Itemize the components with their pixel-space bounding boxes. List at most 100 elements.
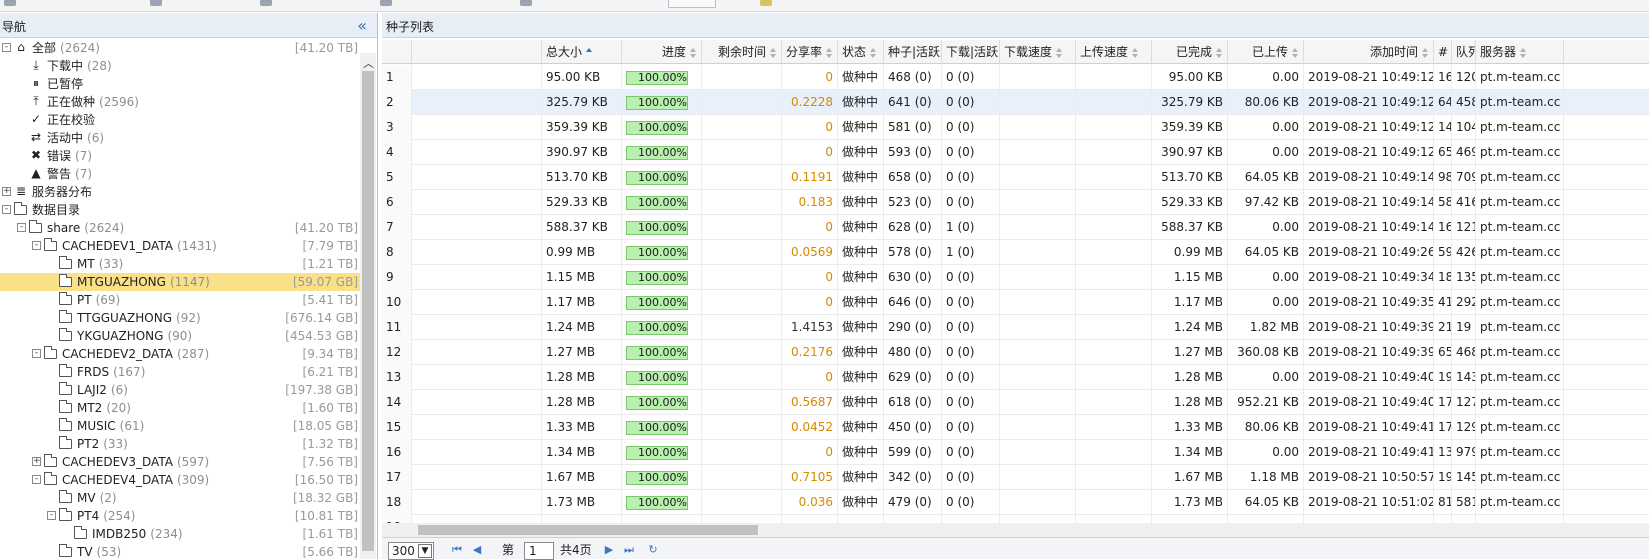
tree-node[interactable]: - share (2624) [41.20 TB] [0, 219, 360, 237]
table-row[interactable]: 3 359.39 KB 100.00% 0 做种中 581 (0) 0 (0) 359.39 … [382, 115, 1649, 140]
collapse-node-icon[interactable]: - [2, 43, 11, 52]
collapse-node-icon[interactable]: - [17, 223, 26, 232]
status-header[interactable]: 状态 [838, 40, 884, 64]
table-row[interactable]: 1 95.00 KB 100.00% 0 做种中 468 (0) 0 (0) 95.00 KB… [382, 65, 1649, 90]
collapse-node-icon[interactable]: - [2, 205, 11, 214]
row-number-header[interactable] [382, 40, 412, 64]
tree-node[interactable]: ⤓ 下载中 (28) [0, 57, 360, 75]
tree-node[interactable]: ⏸ 已暂停 [0, 75, 360, 93]
total-size-header[interactable]: 总大小 [542, 40, 622, 64]
collapse-node-icon[interactable]: - [47, 511, 56, 520]
uploaded-header[interactable]: 已上传 [1228, 40, 1304, 64]
tree-node[interactable]: MTGUAZHONG (1147) [59.07 GB] [0, 273, 360, 291]
horizontal-scrollbar[interactable]: ‹ [382, 521, 1649, 537]
table-row[interactable]: 14 1.28 MB 100.00% 0.5687 做种中 618 (0) 0 (0) 1.2… [382, 390, 1649, 415]
table-row[interactable]: 18 1.73 MB 100.00% 0.036 做种中 479 (0) 0 (0) 1.73… [382, 490, 1649, 515]
scrollbar-thumb[interactable] [362, 71, 374, 551]
completed-header[interactable]: 已完成 [1152, 40, 1228, 64]
expand-icon[interactable]: + [32, 457, 41, 466]
toolbar-select[interactable] [668, 0, 716, 8]
page-size-select[interactable]: 300 ▼ [388, 542, 434, 560]
table-row[interactable]: 10 1.17 MB 100.00% 0 做种中 646 (0) 0 (0) 1.17 MB 0… [382, 290, 1649, 315]
scroll-up-icon[interactable]: ︿ [363, 55, 374, 71]
table-row[interactable]: 4 390.97 KB 100.00% 0 做种中 593 (0) 0 (0) 390.97 … [382, 140, 1649, 165]
collapse-node-icon[interactable]: - [32, 475, 41, 484]
prev-page-icon[interactable]: ◀ [470, 543, 484, 557]
download-speed-header[interactable]: 下载速度 [1000, 40, 1076, 64]
collapse-node-icon[interactable]: - [32, 349, 41, 358]
queue-header[interactable]: 队列 [1452, 40, 1476, 64]
chevron-down-icon[interactable]: ▼ [418, 544, 432, 558]
hash-header[interactable]: # [1434, 40, 1452, 64]
tree-node[interactable]: PT (69) [5.41 TB] [0, 291, 360, 309]
expand-icon[interactable]: + [2, 187, 11, 196]
tree-node[interactable]: ⇄ 活动中 (6) [0, 129, 360, 147]
toolbar-icon[interactable] [4, 0, 16, 6]
tree-node[interactable]: - CACHEDEV1_DATA (1431) [7.79 TB] [0, 237, 360, 255]
table-row[interactable]: 12 1.27 MB 100.00% 0.2176 做种中 480 (0) 0 (0) 1.2… [382, 340, 1649, 365]
tree-node[interactable]: - PT4 (254) [10.81 TB] [0, 507, 360, 525]
tree-node[interactable]: MT (33) [1.21 TB] [0, 255, 360, 273]
blank-cell [412, 240, 542, 265]
added-time-cell: 2019-08-21 10:49:26 [1304, 240, 1434, 265]
tree-node[interactable]: TV (53) [5.66 TB] [0, 543, 360, 559]
table-row[interactable]: 5 513.70 KB 100.00% 0.1191 做种中 658 (0) 0 (0) 51… [382, 165, 1649, 190]
table-row[interactable]: 15 1.33 MB 100.00% 0.0452 做种中 450 (0) 0 (0) 1.3… [382, 415, 1649, 440]
ratio-header[interactable]: 分享率 [782, 40, 838, 64]
seeds-header[interactable]: 种子|活跃 [884, 40, 942, 64]
peers-header[interactable]: 下载|活跃 [942, 40, 1000, 64]
last-page-icon[interactable]: ⏭ [622, 543, 636, 557]
blank-header[interactable] [412, 40, 542, 64]
tree-node[interactable]: FRDS (167) [6.21 TB] [0, 363, 360, 381]
tree-node[interactable]: PT2 (33) [1.32 TB] [0, 435, 360, 453]
table-row[interactable]: 16 1.34 MB 100.00% 0 做种中 599 (0) 0 (0) 1.34 MB 0… [382, 440, 1649, 465]
row-number-cell: 1 [382, 65, 412, 90]
toolbar-icon[interactable] [380, 0, 392, 6]
first-page-icon[interactable]: ⏮ [450, 543, 464, 557]
tree-node[interactable]: LAJI2 (6) [197.38 GB] [0, 381, 360, 399]
table-row[interactable]: 8 0.99 MB 100.00% 0.0569 做种中 578 (0) 1 (0) 0.99… [382, 240, 1649, 265]
queue-cell: 292 [1452, 290, 1476, 315]
tree-node[interactable]: + CACHEDEV3_DATA (597) [7.56 TB] [0, 453, 360, 471]
table-row[interactable]: 7 588.37 KB 100.00% 0 做种中 628 (0) 1 (0) 588.37 … [382, 215, 1649, 240]
page-input[interactable]: 1 [524, 542, 554, 560]
tree-node[interactable]: ⤒ 正在做种 (2596) [0, 93, 360, 111]
refresh-icon[interactable]: ↻ [646, 543, 660, 557]
table-row[interactable]: 13 1.28 MB 100.00% 0 做种中 629 (0) 0 (0) 1.28 MB 0… [382, 365, 1649, 390]
upload-speed-header[interactable]: 上传速度 [1076, 40, 1152, 64]
table-row[interactable]: 11 1.24 MB 100.00% 1.4153 做种中 290 (0) 0 (0) 1.2… [382, 315, 1649, 340]
tree-node[interactable]: TTGGUAZHONG (92) [676.14 GB] [0, 309, 360, 327]
progress-header[interactable]: 进度 [622, 40, 702, 64]
tree-node[interactable]: - CACHEDEV4_DATA (309) [16.50 TB] [0, 471, 360, 489]
tree-node[interactable]: - CACHEDEV2_DATA (287) [9.34 TB] [0, 345, 360, 363]
added-time-header[interactable]: 添加时间 [1304, 40, 1434, 64]
scrollbar-thumb[interactable] [418, 525, 758, 535]
tree-node[interactable]: - 数据目录 [0, 201, 360, 219]
upload-speed-cell [1076, 315, 1152, 340]
tree-node[interactable]: MUSIC (61) [18.05 GB] [0, 417, 360, 435]
collapse-node-icon[interactable]: - [32, 241, 41, 250]
table-row[interactable]: 6 529.33 KB 100.00% 0.183 做种中 523 (0) 0 (0) 529… [382, 190, 1649, 215]
toolbar-icon[interactable] [760, 0, 772, 6]
remaining-time-cell [702, 490, 782, 515]
tree-node[interactable]: - ⌂ 全部 (2624) [41.20 TB] [0, 39, 360, 57]
tree-node[interactable]: ▲ 警告 (7) [0, 165, 360, 183]
toolbar-icon[interactable] [150, 0, 162, 6]
table-row[interactable]: 17 1.67 MB 100.00% 0.7105 做种中 342 (0) 0 (0) 1.6… [382, 465, 1649, 490]
tree-node[interactable]: + ≣ 服务器分布 [0, 183, 360, 201]
tree-node[interactable]: MV (2) [18.32 GB] [0, 489, 360, 507]
tree-node[interactable]: MT2 (20) [1.60 TB] [0, 399, 360, 417]
remaining-time-header[interactable]: 剩余时间 [702, 40, 782, 64]
table-row[interactable]: 2 325.79 KB 100.00% 0.2228 做种中 641 (0) 0 (0) 32… [382, 90, 1649, 115]
collapse-icon[interactable]: « [357, 16, 367, 35]
tree-node[interactable]: IMDB250 (234) [1.61 TB] [0, 525, 360, 543]
toolbar-icon[interactable] [520, 0, 532, 6]
table-row[interactable]: 9 1.15 MB 100.00% 0 做种中 630 (0) 0 (0) 1.15 MB 0.… [382, 265, 1649, 290]
tree-node[interactable]: YKGUAZHONG (90) [454.53 GB] [0, 327, 360, 345]
toolbar-icon[interactable] [260, 0, 272, 6]
server-header[interactable]: 服务器 [1476, 40, 1564, 64]
next-page-icon[interactable]: ▶ [602, 543, 616, 557]
tree-scrollbar[interactable]: ︿ [360, 53, 376, 559]
tree-node[interactable]: ✖ 错误 (7) [0, 147, 360, 165]
tree-node[interactable]: ✓ 正在校验 [0, 111, 360, 129]
